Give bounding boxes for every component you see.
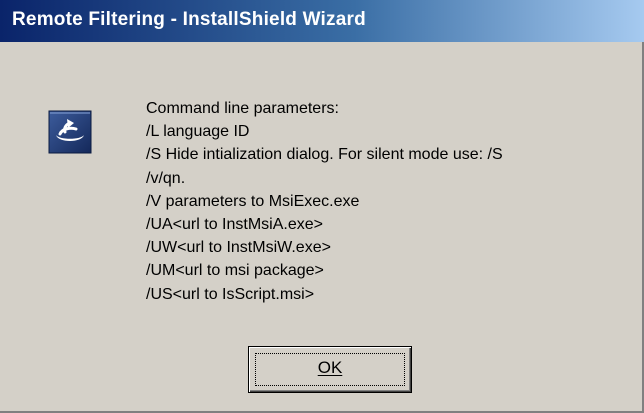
message-line: /V parameters to MsiExec.exe bbox=[146, 192, 360, 210]
ok-button[interactable]: OK bbox=[248, 346, 412, 393]
message-line: /L language ID bbox=[146, 123, 250, 141]
message-line: /UM<url to msi package> bbox=[146, 262, 324, 280]
message-line: /S Hide intialization dialog. For silent… bbox=[146, 146, 503, 164]
ok-button-label: OK bbox=[317, 358, 343, 377]
message-line: /UW<url to InstMsiW.exe> bbox=[146, 239, 331, 257]
title-bar[interactable]: Remote Filtering - InstallShield Wizard bbox=[0, 0, 644, 42]
installshield-dialog: Remote Filtering - InstallShield Wizard … bbox=[0, 0, 644, 413]
message-text: Command line parameters: /L language ID … bbox=[146, 97, 503, 306]
installshield-icon bbox=[48, 110, 92, 154]
message-line: /v/qn. bbox=[146, 169, 186, 187]
message-line: /UA<url to InstMsiA.exe> bbox=[146, 216, 323, 234]
message-line: Command line parameters: bbox=[146, 100, 339, 117]
message-line: /US<url to IsScript.msi> bbox=[146, 285, 315, 303]
window-title: Remote Filtering - InstallShield Wizard bbox=[12, 9, 366, 30]
